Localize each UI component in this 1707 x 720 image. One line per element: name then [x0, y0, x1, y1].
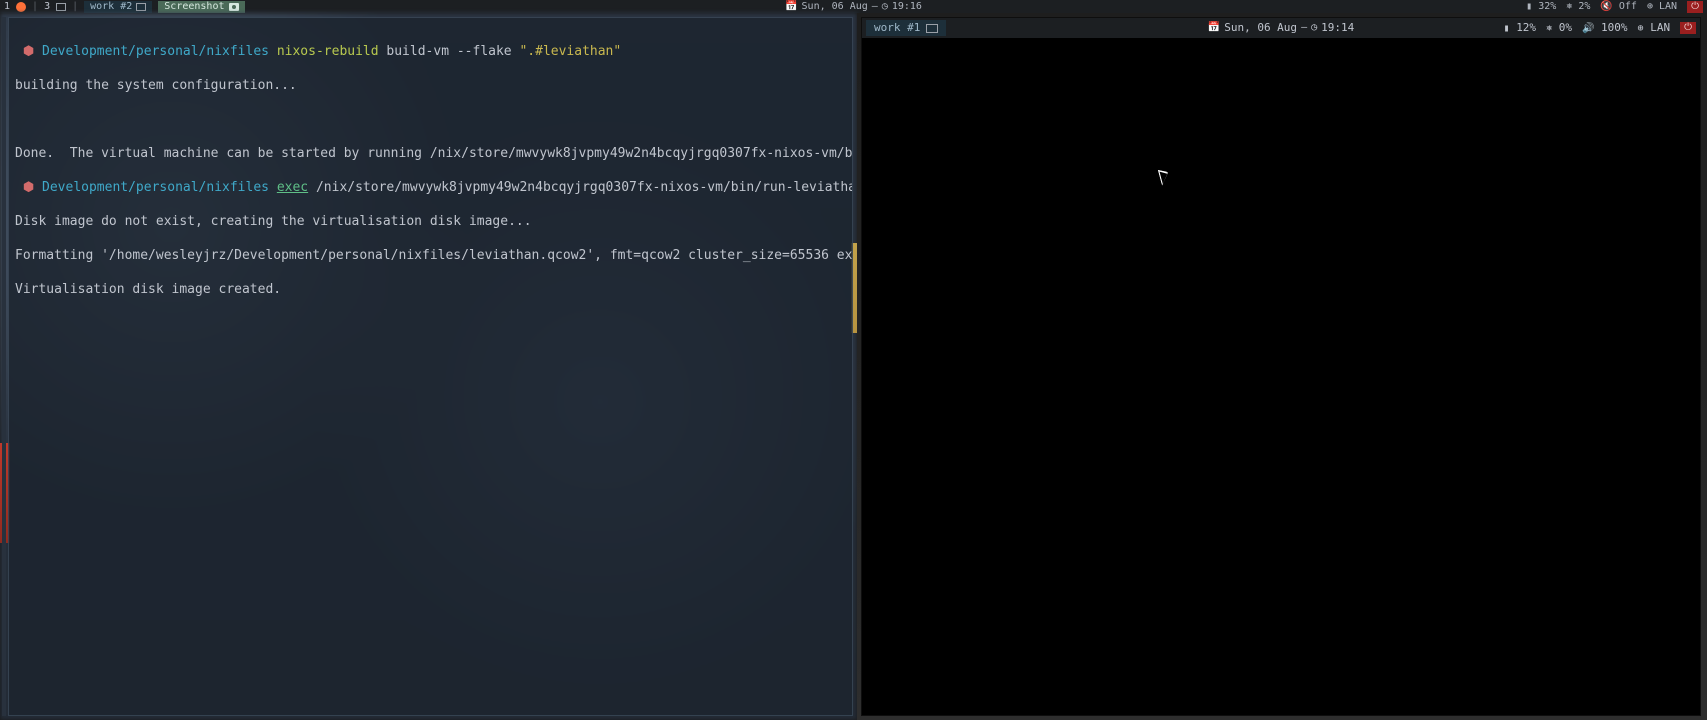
split-container: ⬢ Development/personal/nixfiles nixos-re…: [0, 13, 1707, 720]
power-button[interactable]: ⏻: [1687, 1, 1703, 13]
host-battery: ▮ 32%: [1526, 0, 1556, 13]
camera-icon: [229, 3, 239, 11]
clock-icon: ◷: [1311, 23, 1317, 33]
power-icon: ⏻: [1691, 2, 1699, 12]
battery-icon: ▮: [1504, 24, 1510, 34]
vm-volume[interactable]: 🔊 100%: [1582, 18, 1628, 38]
command-name: nixos-rebuild: [277, 44, 379, 59]
cpu-icon: ⎈: [1566, 2, 1572, 12]
vm-time: 19:14: [1321, 18, 1354, 38]
net-icon: ⊕: [1638, 24, 1644, 34]
window-border-left: [2, 17, 6, 716]
cpu-icon: ⎈: [1546, 24, 1552, 34]
terminal-blank-line: [15, 111, 846, 128]
host-net[interactable]: ⊕ LAN: [1647, 0, 1677, 13]
screenshot-pill[interactable]: Screenshot: [158, 1, 244, 13]
vm-workspace-label: work #1: [874, 18, 920, 38]
clock-icon: ◷: [882, 2, 888, 12]
terminal-output-line: Formatting '/home/wesleyjrz/Development/…: [15, 247, 846, 264]
window-icon: [926, 24, 938, 33]
terminal-output-line: building the system configuration...: [15, 77, 846, 94]
workspace-number-1[interactable]: 1: [4, 0, 10, 13]
prompt-icon: ⬢: [23, 44, 34, 59]
mute-icon: 🔇: [1600, 2, 1612, 12]
dash-icon: –: [872, 2, 878, 12]
command-args: build-vm --flake: [386, 44, 511, 59]
host-audio[interactable]: 🔇 Off: [1600, 0, 1637, 13]
dash-icon: –: [1301, 23, 1307, 33]
net-icon: ⊕: [1647, 2, 1653, 12]
host-cpu: ⎈ 2%: [1566, 0, 1590, 13]
battery-icon: ▮: [1526, 2, 1532, 12]
vm-date: Sun, 06 Aug: [1224, 18, 1297, 38]
volume-icon: 🔊: [1582, 24, 1594, 34]
window-icon: [56, 3, 66, 11]
host-date: Sun, 06 Aug: [802, 0, 868, 13]
power-icon: ⏻: [1684, 23, 1692, 33]
terminal-output-line: Virtualisation disk image created.: [15, 281, 846, 298]
prompt-cwd: Development/personal/nixfiles: [42, 180, 269, 195]
vm-status-bar: work #1 📅 Sun, 06 Aug – ◷ 19:14 ▮ 12% ⎈ …: [862, 18, 1700, 38]
workspace-pill-work2[interactable]: work #2: [84, 1, 152, 13]
window-icon: [136, 3, 146, 11]
right-pane: work #1 📅 Sun, 06 Aug – ◷ 19:14 ▮ 12% ⎈ …: [857, 13, 1707, 720]
vm-cpu: ⎈ 0%: [1546, 18, 1572, 38]
command-path-arg: /nix/store/mwvywk8jvpmy49w2n4bcqyjrgq030…: [316, 180, 853, 195]
vm-battery: ▮ 12%: [1504, 18, 1537, 38]
workspace-label: work #2: [90, 0, 132, 13]
host-time: 19:16: [892, 0, 922, 13]
terminal-line-prompt2: ⬢ Development/personal/nixfiles exec /ni…: [15, 179, 846, 196]
calendar-icon: 📅: [1208, 23, 1220, 33]
terminal-window[interactable]: ⬢ Development/personal/nixfiles nixos-re…: [8, 17, 853, 716]
command-exec: exec: [277, 180, 308, 195]
vm-workspace-pill[interactable]: work #1: [866, 20, 946, 36]
separator: |: [32, 0, 38, 13]
prompt-icon: ⬢: [23, 180, 34, 195]
left-pane: ⬢ Development/personal/nixfiles nixos-re…: [0, 13, 857, 720]
vm-net[interactable]: ⊕ LAN: [1638, 18, 1671, 38]
terminal-output-line: Done. The virtual machine can be started…: [15, 145, 846, 162]
firefox-icon[interactable]: [16, 2, 26, 12]
separator: |: [72, 0, 78, 13]
vm-power-button[interactable]: ⏻: [1680, 22, 1696, 34]
terminal-output-line: Disk image do not exist, creating the vi…: [15, 213, 846, 230]
host-status-bar: 1 | 3 | work #2 Screenshot 📅 Sun, 06 Aug…: [0, 0, 1707, 13]
screenshot-label: Screenshot: [164, 0, 224, 13]
workspace-number-3[interactable]: 3: [44, 0, 50, 13]
terminal-line-prompt1: ⬢ Development/personal/nixfiles nixos-re…: [15, 43, 846, 60]
command-string-arg: ".#leviathan": [519, 44, 621, 59]
prompt-cwd: Development/personal/nixfiles: [42, 44, 269, 59]
calendar-icon: 📅: [785, 2, 797, 12]
vm-window[interactable]: work #1 📅 Sun, 06 Aug – ◷ 19:14 ▮ 12% ⎈ …: [861, 17, 1701, 716]
